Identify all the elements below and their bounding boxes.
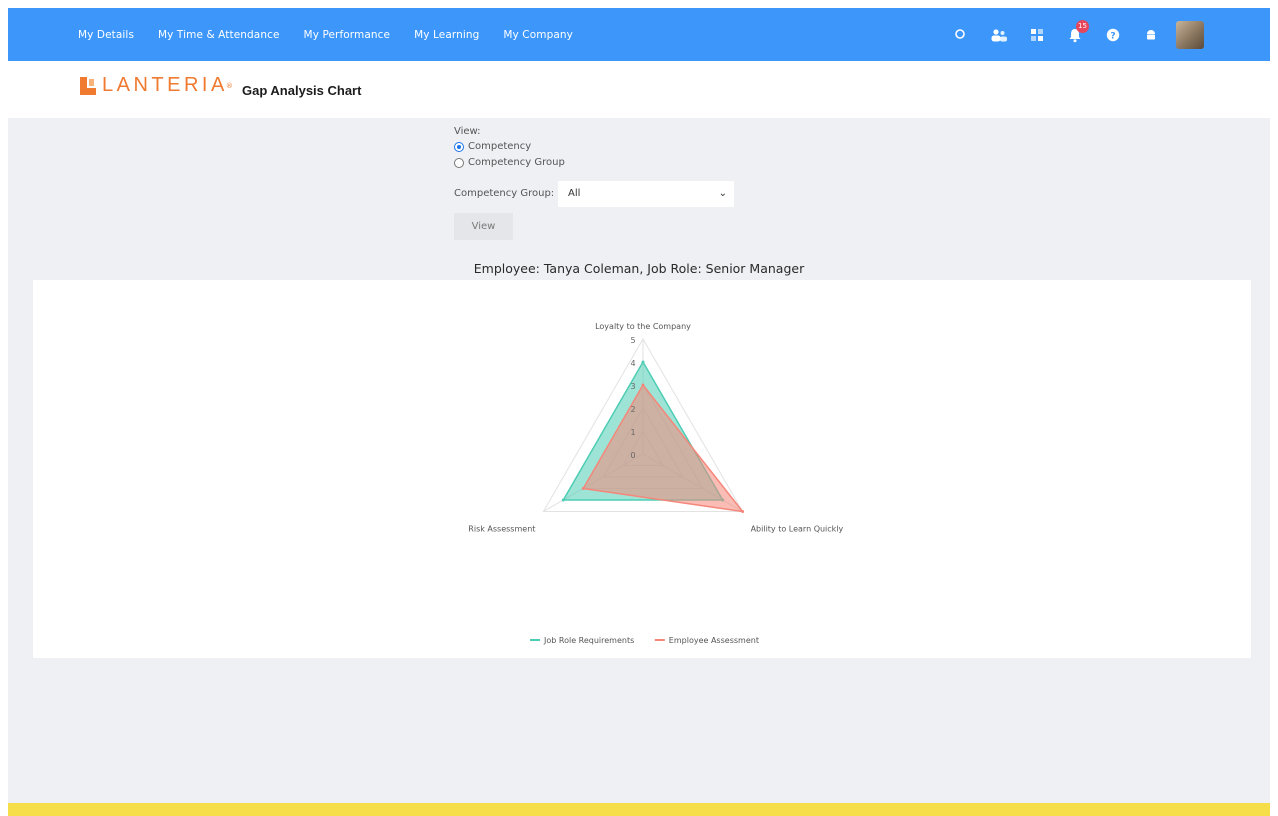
radar-chart: 0 1 2 3 4 5 Loyalty to the Company Ability to L… xyxy=(468,322,844,645)
radar-point xyxy=(581,487,585,490)
page-header: LANTERIA ® Gap Analysis Chart xyxy=(8,61,1270,118)
radar-tick-label: 1 xyxy=(630,428,635,437)
view-button[interactable]: View xyxy=(454,213,513,240)
radar-point xyxy=(561,498,565,502)
radar-category-label: Risk Assessment xyxy=(468,525,535,534)
radar-category-label: Loyalty to the Company xyxy=(595,322,691,331)
svg-text:?: ? xyxy=(1110,31,1115,41)
radar-tick-label: 3 xyxy=(630,382,635,391)
radar-tick-label: 4 xyxy=(630,359,635,368)
page-title: Gap Analysis Chart xyxy=(242,83,362,98)
radio-unchecked-icon[interactable] xyxy=(454,157,464,168)
logo-registered-mark: ® xyxy=(225,81,233,90)
nav-my-details[interactable]: My Details xyxy=(78,29,134,41)
radar-tick-label: 2 xyxy=(630,405,635,414)
top-navigation-bar: My Details My Time & Attendance My Perfo… xyxy=(8,8,1270,61)
nav-my-learning[interactable]: My Learning xyxy=(414,29,479,41)
notification-badge: 15 xyxy=(1076,19,1089,33)
legend-swatch xyxy=(530,639,540,641)
app-frame: My Details My Time & Attendance My Perfo… xyxy=(8,8,1270,816)
people-icon[interactable] xyxy=(988,24,1010,46)
user-avatar[interactable] xyxy=(1176,20,1204,49)
bell-icon[interactable]: 15 xyxy=(1064,19,1089,46)
gap-analysis-chart-card: 0 1 2 3 4 5 Loyalty to the Company Ability to L… xyxy=(33,280,1251,658)
apps-grid-icon[interactable] xyxy=(1026,24,1048,46)
employee-job-role-title: Employee: Tanya Coleman, Job Role: Senio… xyxy=(473,261,805,276)
radio-checked-icon[interactable] xyxy=(454,141,464,152)
help-icon[interactable]: ? xyxy=(1102,24,1124,46)
competency-group-select[interactable]: All ⌄ xyxy=(558,181,734,207)
chevron-down-icon: ⌄ xyxy=(718,188,727,199)
competency-group-row: Competency Group: All ⌄ xyxy=(454,181,734,207)
radio-competency-group[interactable]: Competency Group xyxy=(454,157,565,168)
radar-point xyxy=(741,510,745,513)
radar-category-label: Ability to Learn Quickly xyxy=(751,525,844,534)
nav-my-company[interactable]: My Company xyxy=(503,29,573,41)
radar-point xyxy=(641,383,645,387)
legend-label: Employee Assessment xyxy=(669,636,759,645)
android-icon[interactable] xyxy=(1140,24,1162,46)
lanteria-logo-mark-icon xyxy=(80,76,96,95)
radar-point xyxy=(641,360,645,364)
legend-swatch xyxy=(654,639,665,641)
radar-tick-label: 0 xyxy=(630,451,635,460)
main-nav: My Details My Time & Attendance My Perfo… xyxy=(78,8,597,61)
nav-icon-group: 15 ? xyxy=(934,8,1204,61)
search-icon[interactable] xyxy=(950,24,972,46)
view-label: View: xyxy=(454,126,481,137)
competency-group-value: All xyxy=(568,188,581,199)
radio-competency[interactable]: Competency xyxy=(454,141,531,152)
legend-label: Job Role Requirements xyxy=(543,636,634,645)
radio-competency-label: Competency xyxy=(468,141,532,152)
radar-tick-label: 5 xyxy=(630,336,635,345)
nav-my-performance[interactable]: My Performance xyxy=(304,29,391,41)
competency-group-label: Competency Group: xyxy=(454,188,555,199)
nav-my-time-attendance[interactable]: My Time & Attendance xyxy=(158,29,280,41)
radio-competency-group-label: Competency Group xyxy=(468,157,565,168)
logo-text: LANTERIA xyxy=(102,74,228,96)
footer-bar xyxy=(8,803,1270,816)
lanteria-logo[interactable]: LANTERIA ® xyxy=(80,74,233,97)
